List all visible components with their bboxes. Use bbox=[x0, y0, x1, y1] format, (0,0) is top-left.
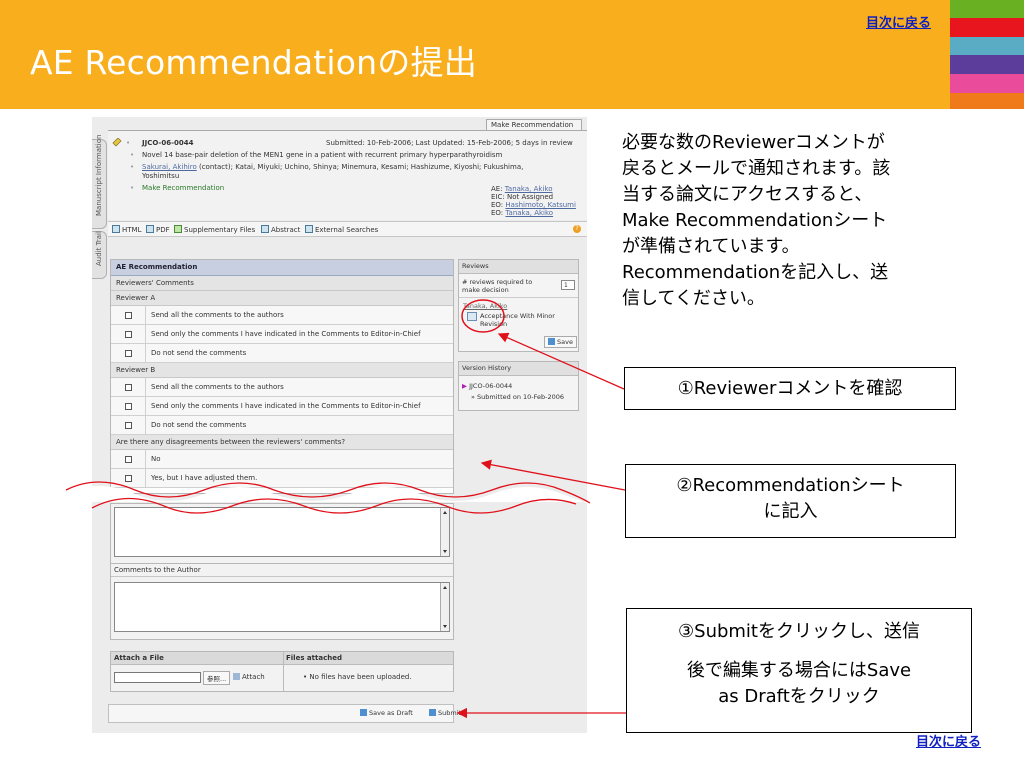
callout-review-comments: ①Reviewerコメントを確認 bbox=[624, 367, 956, 410]
callout-submit: ③Submitをクリックし、送信 後で編集する場合にはSave as Draft… bbox=[626, 608, 972, 733]
description-text: 必要な数のReviewerコメントが 戻るとメールで通知されます。該 当する論文… bbox=[622, 132, 891, 309]
toc-link-bottom[interactable]: 目次に戻る bbox=[916, 731, 981, 750]
highlight-circle bbox=[461, 299, 505, 333]
callout-fill-sheet: ②Recommendationシート に記入 bbox=[625, 464, 956, 538]
arrow-1 bbox=[497, 332, 625, 390]
